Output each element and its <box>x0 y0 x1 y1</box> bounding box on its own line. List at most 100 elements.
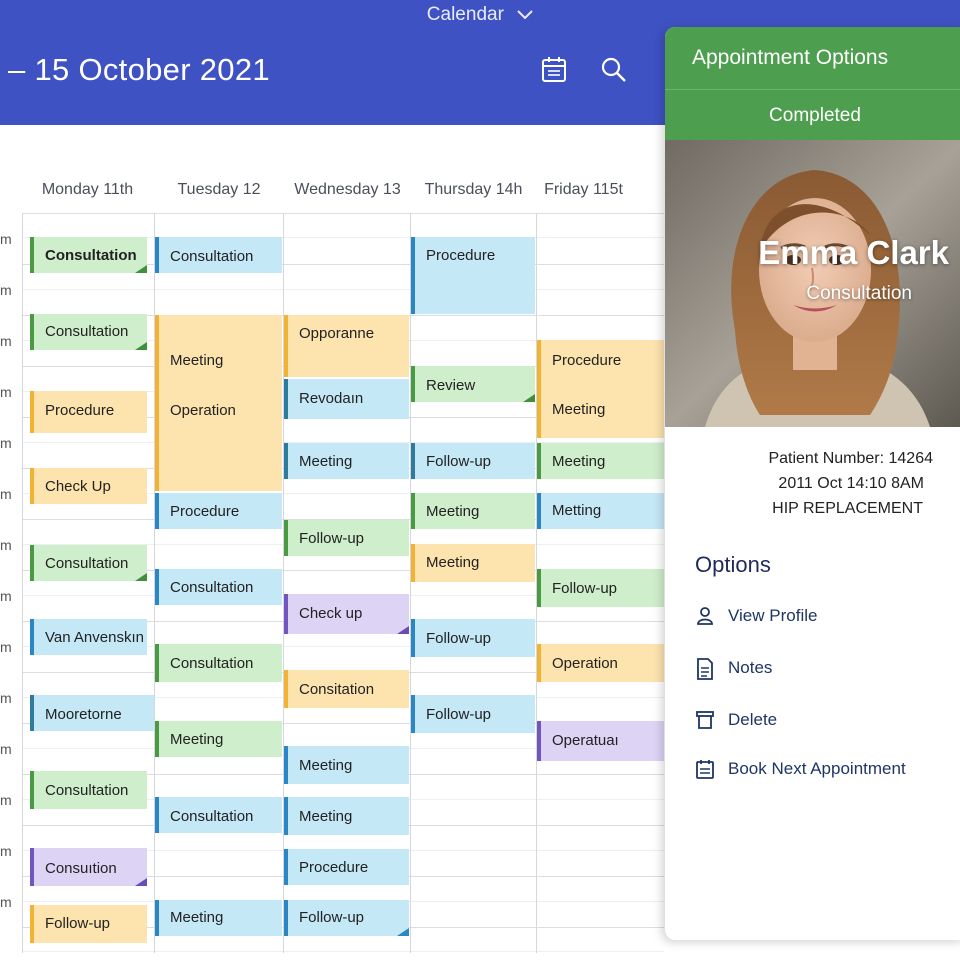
event-label: Opporanne <box>299 325 375 342</box>
appointment-event[interactable]: Revodaın <box>284 379 409 419</box>
event-label: Consultation <box>170 248 254 265</box>
appointment-event[interactable]: Review <box>411 366 535 402</box>
appointment-event[interactable]: Consultation <box>155 237 282 273</box>
time-label: m <box>0 588 12 604</box>
day-header-monday: Monday 11th <box>41 181 134 198</box>
appointment-event[interactable]: Consitation <box>284 670 409 708</box>
event-label: Consuıtion <box>45 860 117 877</box>
event-label: Meeting <box>426 554 480 571</box>
event-label: Consultation <box>170 579 254 596</box>
time-label: m <box>0 435 12 451</box>
appointment-event[interactable]: Operation <box>537 644 664 682</box>
appointment-event[interactable]: Consultation <box>155 569 282 605</box>
patient-number: Patient Number: 14264 <box>768 450 933 467</box>
search-icon <box>601 57 626 82</box>
calendar-icon <box>696 760 714 779</box>
event-label: Mooretorne <box>45 706 122 723</box>
appointment-event[interactable]: Consuıtion <box>30 848 147 886</box>
event-label: Operation <box>552 655 618 672</box>
event-label: Procedure <box>426 247 496 264</box>
event-corner-marker <box>135 342 147 350</box>
event-label: Meeting <box>552 401 606 418</box>
appointment-event[interactable]: Follow-up <box>411 619 535 657</box>
time-label: m <box>0 792 12 808</box>
notes-option[interactable]: Notes <box>695 656 895 684</box>
appointment-event[interactable]: Follow-up <box>537 569 664 607</box>
appointment-event[interactable]: Consultation <box>30 314 147 350</box>
appointment-event[interactable]: Consultation <box>30 545 147 581</box>
delete-option[interactable]: Delete <box>695 708 895 736</box>
event-label: Review <box>426 377 476 394</box>
option-label: View Profile <box>728 606 818 625</box>
book-next-appointment-option[interactable]: Book Next Appointment <box>695 757 935 785</box>
event-label: Procedure <box>45 402 115 419</box>
appointment-event[interactable]: Follow-up <box>284 520 409 556</box>
appointment-event[interactable]: Procedure <box>411 237 535 314</box>
appointment-event[interactable]: Opporanne <box>284 315 409 377</box>
event-label: Meeting <box>299 808 353 825</box>
event-label: Follow-up <box>426 706 492 723</box>
event-label: Procedure <box>170 503 240 520</box>
calendar-switcher[interactable]: Calendar <box>0 4 960 28</box>
time-label: m <box>0 333 12 349</box>
view-profile-option[interactable]: View Profile <box>695 604 895 632</box>
event-corner-marker <box>397 928 409 936</box>
appointment-event[interactable]: Consultation <box>30 237 147 273</box>
appointment-event[interactable]: Meeting <box>537 443 664 479</box>
appointment-event[interactable]: Procedure <box>155 493 282 529</box>
calendar-icon <box>542 57 566 82</box>
appointment-event[interactable]: Operatuaı <box>537 721 664 761</box>
appointment-event[interactable]: Follow-up <box>284 900 409 936</box>
day-header-tuesday: Tuesday 12 <box>177 181 261 198</box>
appointment-event[interactable]: Van Anvenskın <box>30 619 147 655</box>
appointment-event[interactable]: Check Up <box>30 468 147 504</box>
event-label: Check up <box>299 605 363 622</box>
time-label: m <box>0 894 12 910</box>
grid-column-line <box>22 213 23 953</box>
event-label: Consultation <box>170 808 254 825</box>
appointment-event[interactable]: Meeting <box>284 443 409 479</box>
event-corner-marker <box>135 573 147 581</box>
appointment-event[interactable]: Follow-up <box>411 695 535 733</box>
appointment-event[interactable]: Meeting <box>155 900 282 936</box>
appointment-event[interactable]: Procedure Meeting <box>537 340 664 438</box>
appointment-event[interactable]: Meeting Operation <box>155 315 282 491</box>
event-label: Meeting <box>170 352 224 369</box>
appointment-event[interactable]: Consultation <box>30 771 147 809</box>
calendar-button[interactable] <box>538 54 570 86</box>
appointment-event[interactable]: Procedure <box>284 849 409 885</box>
event-label: Meeting <box>170 909 224 926</box>
appointment-event[interactable]: Meeting <box>411 493 535 529</box>
appointment-event[interactable]: Procedure <box>30 391 147 433</box>
appointment-event[interactable]: Meeting <box>284 797 409 835</box>
event-label: Van Anvenskın <box>45 629 144 646</box>
appointment-event[interactable]: Follow-up <box>30 905 147 943</box>
options-heading: Options <box>695 552 771 577</box>
event-label: Metting <box>552 502 602 519</box>
day-header-thursday: Thursday 14h <box>424 181 523 198</box>
time-label: m <box>0 741 12 757</box>
appointment-datetime: 2011 Oct 14:10 8AM <box>778 475 924 492</box>
event-label: Operation <box>170 402 236 419</box>
time-label: m <box>0 690 12 706</box>
event-label: Meeting <box>299 757 353 774</box>
appointment-event[interactable]: Check up <box>284 594 409 634</box>
search-button[interactable] <box>598 54 630 86</box>
appointment-event[interactable]: Meeting <box>284 746 409 784</box>
event-label: Follow-up <box>45 915 111 932</box>
event-label: Operatuaı <box>552 732 619 749</box>
event-corner-marker <box>135 265 147 273</box>
time-label: m <box>0 639 12 655</box>
time-label: m <box>0 282 12 298</box>
event-label: Consultation <box>170 655 254 672</box>
appointment-event[interactable]: Consultation <box>155 797 282 833</box>
appointment-event[interactable]: Meeting <box>411 544 535 582</box>
event-label: Meeting <box>426 503 480 520</box>
appointment-event[interactable]: Meeting <box>155 721 282 757</box>
appointment-event[interactable]: Metting <box>537 493 664 529</box>
appointment-event[interactable]: Mooretorne <box>30 695 154 731</box>
appointment-event[interactable]: Follow-up <box>411 443 535 479</box>
appointment-event[interactable]: Consultation <box>155 644 282 682</box>
event-label: Follow-up <box>299 530 365 547</box>
event-label: Consultation <box>45 782 129 799</box>
